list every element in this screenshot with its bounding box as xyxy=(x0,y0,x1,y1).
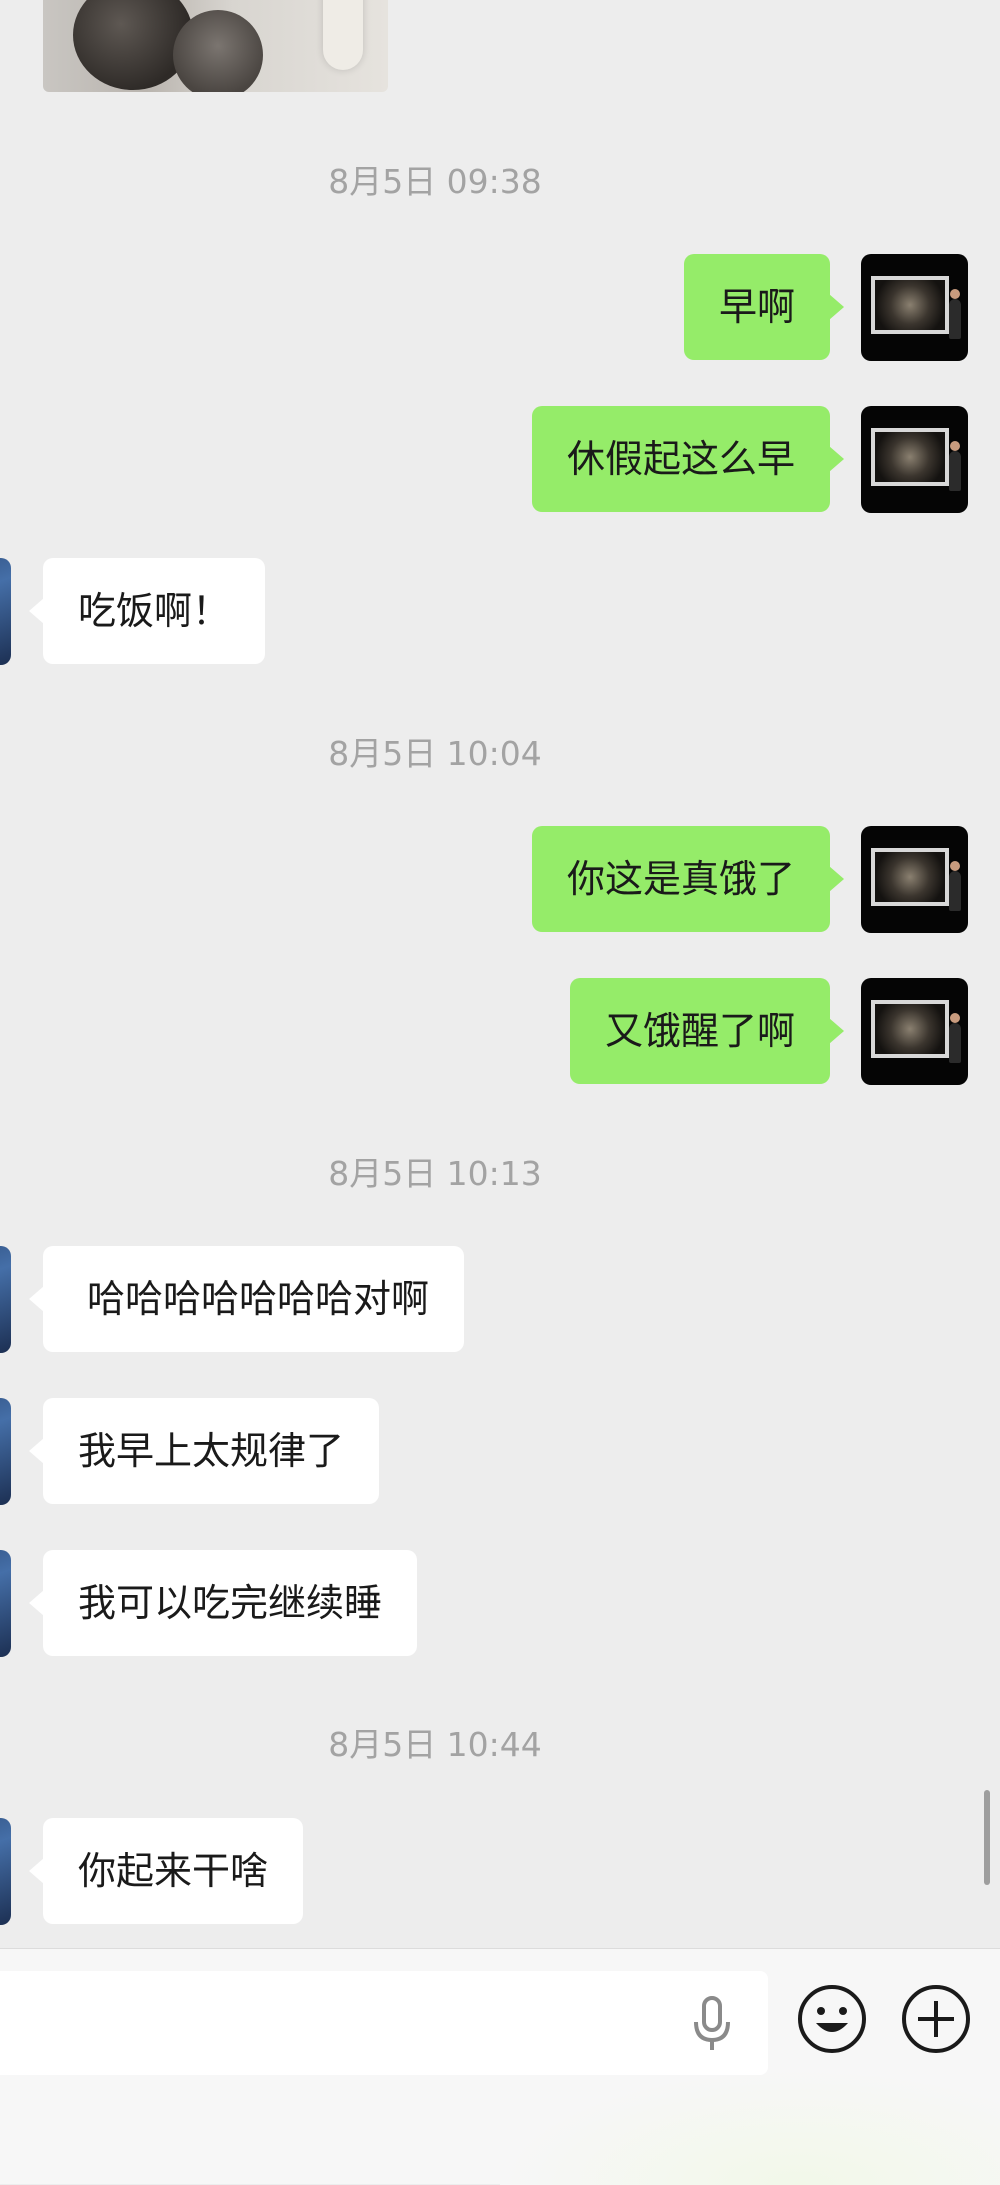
input-bar xyxy=(0,1948,1000,2185)
contact-avatar[interactable] xyxy=(0,1818,11,1925)
scrollbar[interactable] xyxy=(984,1790,990,1885)
my-avatar[interactable] xyxy=(861,978,968,1085)
chat-area[interactable]: 8月5日 09:38 早啊 休假起这么早 吃饭啊！ 8月5日 10:04 你这是… xyxy=(0,0,1000,1948)
background-glow xyxy=(500,2069,1000,2185)
timestamp: 8月5日 09:38 xyxy=(328,162,542,201)
image-content xyxy=(323,0,363,70)
my-avatar[interactable] xyxy=(861,254,968,361)
my-avatar[interactable] xyxy=(861,406,968,513)
timestamp: 8月5日 10:44 xyxy=(328,1725,542,1764)
message-input[interactable] xyxy=(0,1971,768,2075)
contact-message-bubble[interactable]: 哈哈哈哈哈哈哈对啊 xyxy=(28,1246,465,1352)
contact-message-bubble[interactable]: 吃饭啊！ xyxy=(28,558,266,664)
contact-avatar[interactable] xyxy=(0,558,11,665)
plus-icon[interactable] xyxy=(900,1983,972,2055)
my-message-bubble[interactable]: 你这是真饿了 xyxy=(531,826,845,932)
timestamp: 8月5日 10:13 xyxy=(328,1154,542,1193)
microphone-icon[interactable] xyxy=(690,1994,734,2054)
contact-avatar[interactable] xyxy=(0,1550,11,1657)
contact-message-bubble[interactable]: 我早上太规律了 xyxy=(28,1398,380,1504)
image-content xyxy=(173,10,263,92)
contact-message-bubble[interactable]: 你起来干啥 xyxy=(28,1818,304,1924)
contact-message-bubble[interactable]: 我可以吃完继续睡 xyxy=(28,1550,418,1656)
my-message-bubble[interactable]: 休假起这么早 xyxy=(531,406,845,512)
image-message[interactable] xyxy=(43,0,388,92)
my-message-bubble[interactable]: 又饿醒了啊 xyxy=(569,978,845,1084)
contact-avatar[interactable] xyxy=(0,1398,11,1505)
emoji-icon[interactable] xyxy=(796,1983,868,2055)
my-message-bubble[interactable]: 早啊 xyxy=(683,254,845,360)
my-avatar[interactable] xyxy=(861,826,968,933)
contact-avatar[interactable] xyxy=(0,1246,11,1353)
timestamp: 8月5日 10:04 xyxy=(328,734,542,773)
